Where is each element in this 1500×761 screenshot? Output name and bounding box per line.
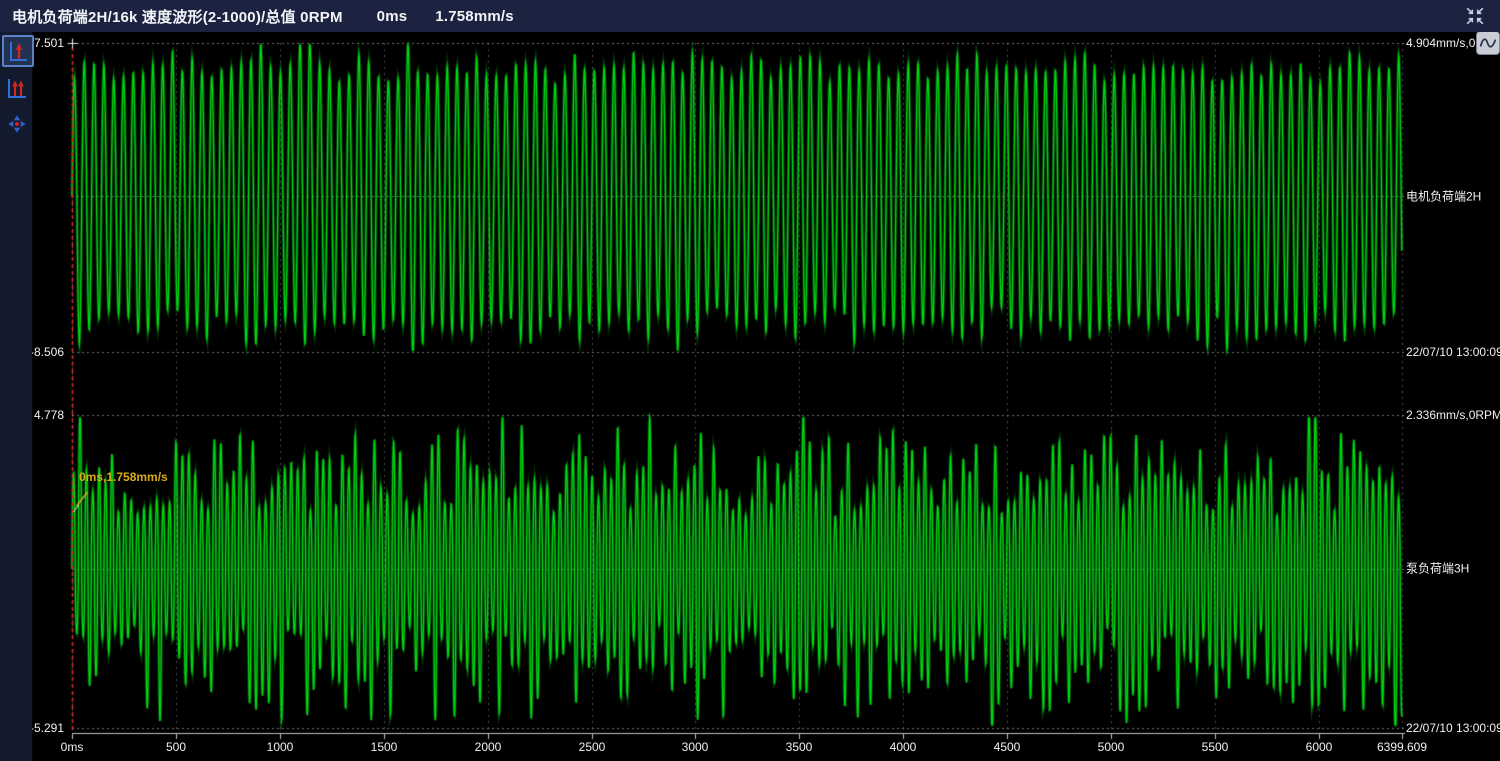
cursor-annotation: 0ms,1.758mm/s — [79, 470, 168, 484]
dual-cursor-tool-button[interactable] — [2, 73, 32, 103]
waveform-plot[interactable] — [0, 0, 1500, 761]
sine-wave-icon — [1479, 35, 1497, 51]
x-axis-label: 4000 — [890, 740, 917, 754]
ch1-timestamp-label: 22/07/10 13:00:09 — [1406, 345, 1500, 359]
ch2-overall-label: 2.336mm/s,0RPM — [1406, 408, 1500, 422]
x-axis-label: 3000 — [682, 740, 709, 754]
x-axis-end-label: 6399.609 — [1377, 740, 1427, 754]
x-axis-label: 1000 — [267, 740, 294, 754]
ch2-timestamp-label: 22/07/10 13:00:09 — [1406, 721, 1500, 735]
x-axis-label: 0ms — [61, 740, 84, 754]
tool-sidebar — [0, 32, 32, 761]
x-axis-label: 500 — [166, 740, 186, 754]
single-cursor-tool-button[interactable] — [2, 35, 34, 67]
x-axis-label: 3500 — [786, 740, 813, 754]
page-title: 电机负荷端2H/16k 速度波形(2-1000)/总值 0RPM — [12, 6, 343, 27]
x-axis-label: 4500 — [994, 740, 1021, 754]
x-axis-label: 2500 — [579, 740, 606, 754]
vibration-analyzer-window: 电机负荷端2H/16k 速度波形(2-1000)/总值 0RPM 0ms 1.7… — [0, 0, 1500, 761]
title-bar: 电机负荷端2H/16k 速度波形(2-1000)/总值 0RPM 0ms 1.7… — [0, 0, 1500, 32]
x-axis-label: 5500 — [1202, 740, 1229, 754]
dual-cursor-icon — [5, 76, 29, 100]
ch2-name-label: 泵负荷端3H — [1406, 560, 1469, 577]
x-axis-label: 6000 — [1306, 740, 1333, 754]
waveform-mode-button[interactable] — [1476, 31, 1500, 55]
x-axis-label: 5000 — [1098, 740, 1125, 754]
x-axis-label: 2000 — [475, 740, 502, 754]
collapse-icon[interactable] — [1464, 5, 1486, 27]
x-axis-label: 1500 — [371, 740, 398, 754]
cursor-amplitude-readout: 1.758mm/s — [435, 8, 514, 25]
single-cursor-icon — [6, 39, 30, 63]
pan-tool-button[interactable] — [2, 109, 32, 139]
ch1-name-label: 电机负荷端2H — [1406, 188, 1481, 205]
pan-icon — [6, 113, 28, 135]
cursor-time-readout: 0ms — [377, 8, 408, 25]
